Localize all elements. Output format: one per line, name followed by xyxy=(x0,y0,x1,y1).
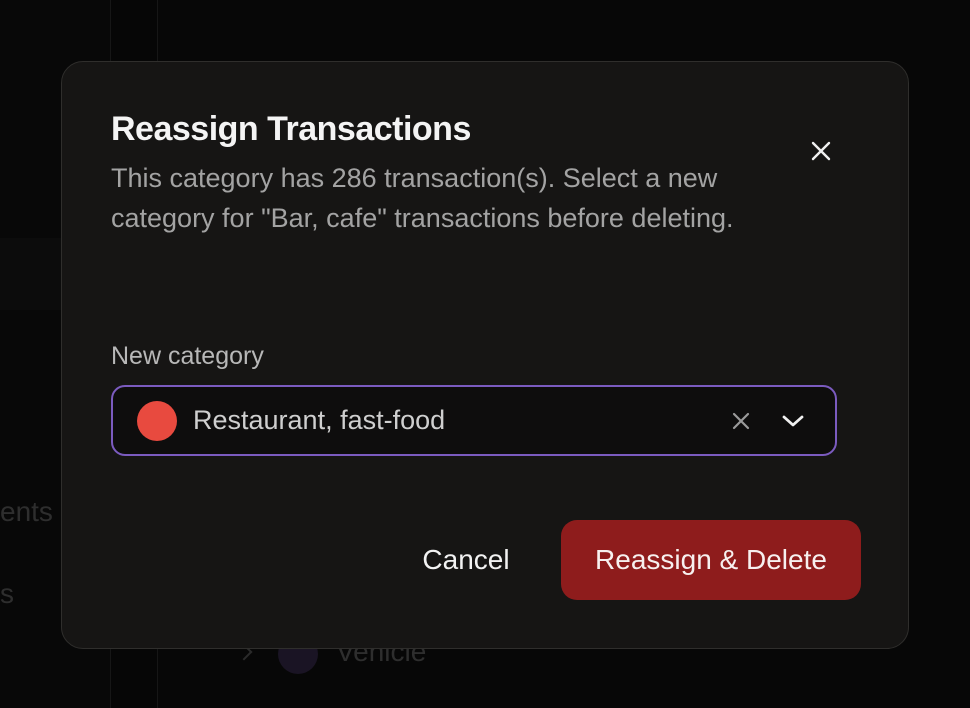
category-select[interactable]: Restaurant, fast-food xyxy=(111,385,837,456)
close-button[interactable] xyxy=(800,130,842,172)
app-background: ents s Vehicle Reassign Transactions Thi… xyxy=(0,0,970,708)
category-color-dot xyxy=(137,400,177,441)
clear-selection-button[interactable] xyxy=(721,401,761,441)
background-partial-text: ents xyxy=(0,496,53,527)
chevron-down-icon xyxy=(782,415,804,426)
background-partial-text: s xyxy=(0,578,14,609)
clear-icon xyxy=(732,412,750,429)
dropdown-toggle[interactable] xyxy=(773,401,813,441)
reassign-dialog: Reassign Transactions This category has … xyxy=(61,61,909,649)
cancel-button[interactable]: Cancel xyxy=(396,520,536,600)
dialog-title: Reassign Transactions xyxy=(111,110,471,148)
selected-category-value: Restaurant, fast-food xyxy=(193,405,446,435)
dialog-description: This category has 286 transaction(s). Se… xyxy=(111,163,734,233)
close-icon xyxy=(811,141,831,161)
reassign-delete-button[interactable]: Reassign & Delete xyxy=(561,520,861,600)
new-category-label: New category xyxy=(111,342,264,370)
